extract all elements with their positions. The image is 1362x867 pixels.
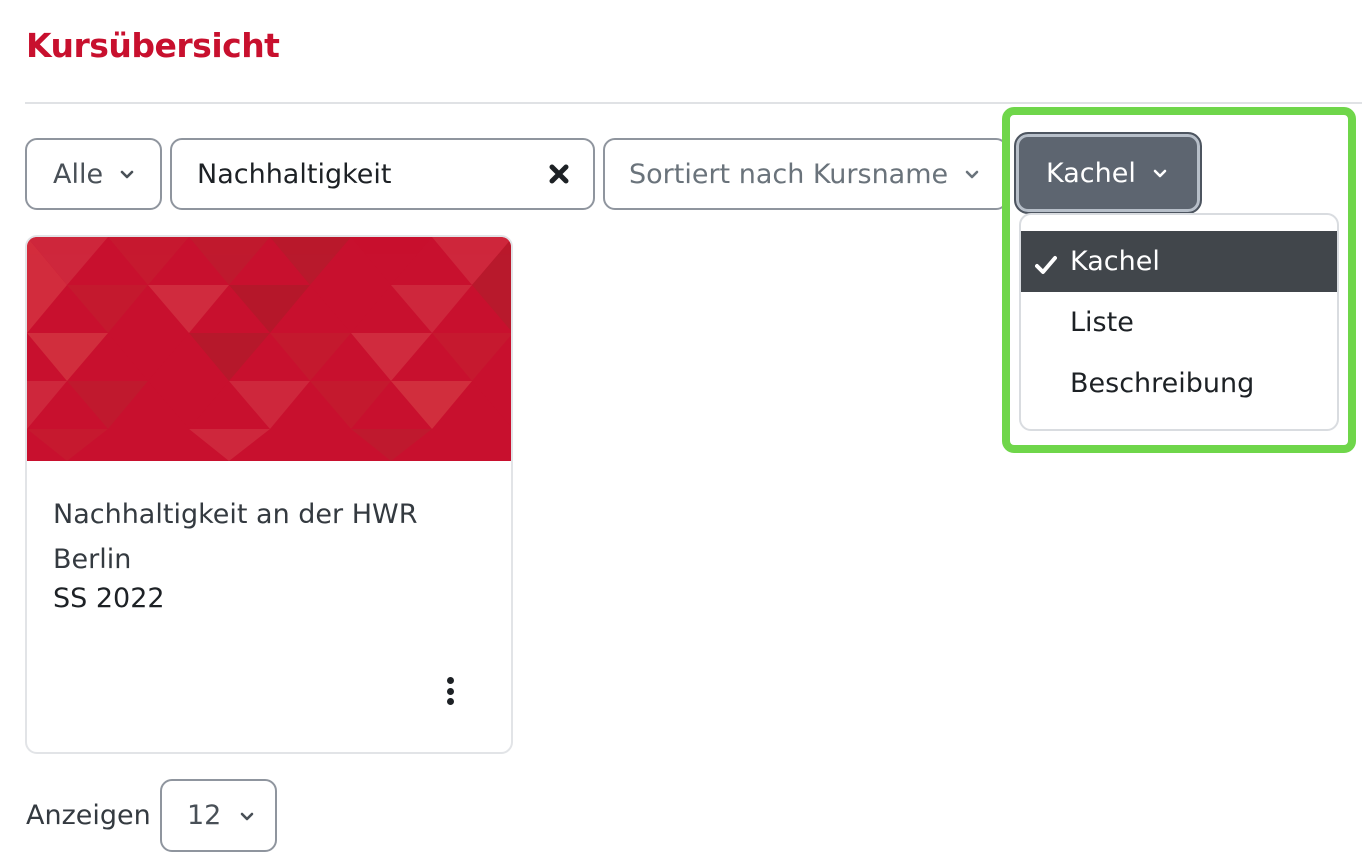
grouping-select[interactable]: Alle xyxy=(25,138,162,210)
chevron-down-icon xyxy=(239,808,255,824)
course-title[interactable]: Nachhaltigkeit an der HWR Berlin xyxy=(53,492,473,582)
sort-select-label: Sortiert nach Kursname xyxy=(629,158,949,190)
view-select-button[interactable]: Kachel xyxy=(1014,132,1202,214)
menu-item-label: Kachel xyxy=(1070,246,1160,277)
close-icon[interactable] xyxy=(547,162,571,186)
page-title: Kursübersicht xyxy=(26,26,280,65)
grouping-select-label: Alle xyxy=(53,158,104,190)
view-dropdown-menu: Kachel Liste Beschreibung xyxy=(1019,213,1339,431)
header-divider xyxy=(25,102,1362,104)
menu-item-liste[interactable]: Liste xyxy=(1021,292,1337,353)
per-page-select[interactable]: 12 xyxy=(160,779,277,852)
course-card[interactable]: Nachhaltigkeit an der HWR Berlin SS 2022 xyxy=(25,235,513,754)
kebab-dot xyxy=(446,677,454,684)
course-image[interactable] xyxy=(27,237,513,461)
search-input-value: Nachhaltigkeit xyxy=(197,158,392,190)
kebab-menu-icon[interactable] xyxy=(439,673,461,709)
course-term: SS 2022 xyxy=(53,583,165,614)
menu-item-label: Liste xyxy=(1070,307,1134,338)
menu-item-kachel[interactable]: Kachel xyxy=(1021,231,1337,292)
kebab-dot xyxy=(446,687,454,695)
per-page-value: 12 xyxy=(187,800,222,831)
search-input[interactable]: Nachhaltigkeit xyxy=(170,138,595,210)
per-page-label: Anzeigen xyxy=(26,800,151,831)
menu-item-label: Beschreibung xyxy=(1070,368,1255,399)
menu-item-beschreibung[interactable]: Beschreibung xyxy=(1021,353,1337,414)
kebab-dot xyxy=(446,698,454,705)
chevron-down-icon xyxy=(964,166,980,182)
chevron-down-icon xyxy=(1152,165,1168,181)
sort-select[interactable]: Sortiert nach Kursname xyxy=(603,138,1008,210)
check-icon xyxy=(1035,251,1057,274)
view-select-label: Kachel xyxy=(1046,157,1136,189)
chevron-down-icon xyxy=(119,166,135,182)
